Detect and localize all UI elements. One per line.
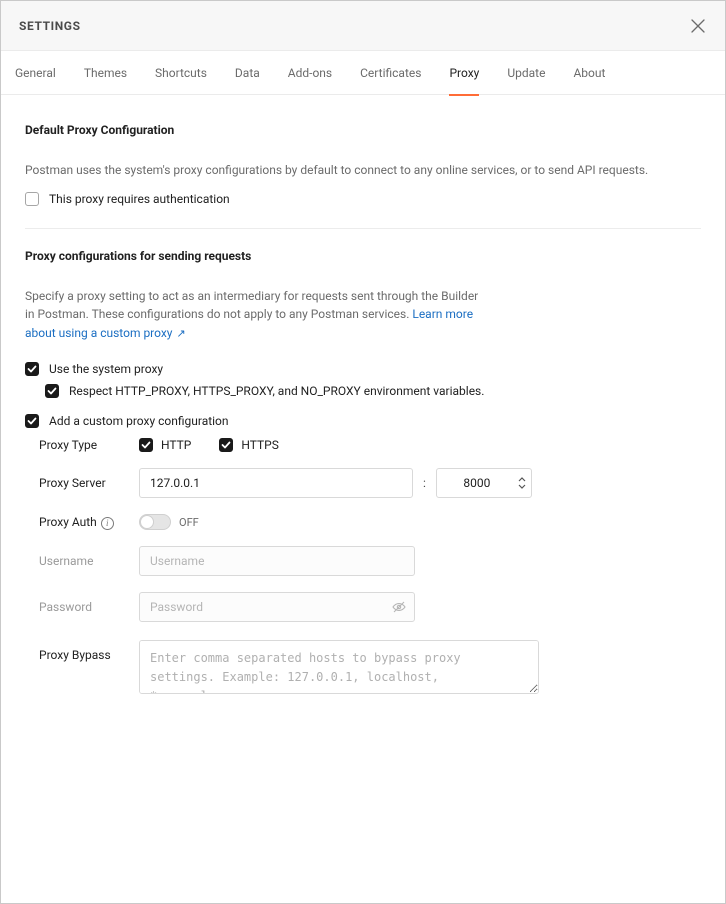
respect-env-label: Respect HTTP_PROXY, HTTPS_PROXY, and NO_… [69, 384, 484, 398]
proxy-server-row: Proxy Server : [39, 468, 701, 498]
add-custom-row: Add a custom proxy configuration [25, 414, 701, 428]
eye-off-icon[interactable] [391, 599, 407, 615]
proxy-type-label: Proxy Type [39, 438, 129, 452]
proxy-auth-toggle-label: OFF [179, 516, 199, 529]
custom-proxy-form: Proxy Type HTTP HTTPS Proxy Server [39, 438, 701, 694]
https-label: HTTPS [241, 438, 279, 452]
auth-required-checkbox[interactable] [25, 192, 39, 206]
username-label: Username [39, 554, 129, 568]
proxy-auth-label: Proxy Authi [39, 515, 129, 530]
proxy-settings-panel: Default Proxy Configuration Postman uses… [1, 95, 725, 730]
add-custom-label: Add a custom proxy configuration [49, 414, 229, 428]
proxy-bypass-label: Proxy Bypass [39, 640, 129, 662]
proxy-port-input[interactable] [436, 468, 532, 498]
settings-title: SETTINGS [19, 19, 81, 33]
auth-required-label: This proxy requires authentication [49, 192, 230, 206]
password-input[interactable] [139, 592, 415, 622]
username-input[interactable] [139, 546, 415, 576]
tab-proxy[interactable]: Proxy [449, 51, 479, 95]
http-checkbox[interactable] [139, 438, 153, 452]
tab-shortcuts[interactable]: Shortcuts [155, 51, 207, 95]
close-button[interactable] [687, 15, 709, 37]
tab-certificates[interactable]: Certificates [360, 51, 421, 95]
https-checkbox[interactable] [219, 438, 233, 452]
tab-update[interactable]: Update [507, 51, 545, 95]
tab-data[interactable]: Data [235, 51, 260, 95]
info-icon[interactable]: i [101, 517, 114, 530]
proxy-type-https: HTTPS [219, 438, 279, 452]
default-proxy-desc: Postman uses the system's proxy configur… [25, 161, 701, 180]
sending-requests-title: Proxy configurations for sending request… [25, 249, 701, 263]
respect-env-checkbox[interactable] [45, 384, 59, 398]
tab-themes[interactable]: Themes [84, 51, 127, 95]
proxy-auth-row: Proxy Authi OFF [39, 514, 701, 530]
host-port-separator: : [423, 476, 426, 490]
tab-general[interactable]: General [15, 51, 56, 95]
auth-required-row: This proxy requires authentication [25, 192, 701, 206]
http-label: HTTP [161, 438, 191, 452]
password-row: Password [39, 592, 701, 622]
use-system-proxy-label: Use the system proxy [49, 362, 163, 376]
respect-env-row: Respect HTTP_PROXY, HTTPS_PROXY, and NO_… [45, 384, 701, 398]
use-system-proxy-checkbox[interactable] [25, 362, 39, 376]
proxy-host-input[interactable] [139, 468, 413, 498]
tab-addons[interactable]: Add-ons [288, 51, 332, 95]
sending-requests-desc: Specify a proxy setting to act as an int… [25, 287, 485, 343]
proxy-type-http: HTTP [139, 438, 191, 452]
use-system-proxy-row: Use the system proxy [25, 362, 701, 376]
default-proxy-title: Default Proxy Configuration [25, 123, 701, 137]
proxy-bypass-textarea[interactable] [139, 640, 539, 694]
password-label: Password [39, 600, 129, 614]
proxy-type-row: Proxy Type HTTP HTTPS [39, 438, 701, 452]
username-row: Username [39, 546, 701, 576]
tab-about[interactable]: About [573, 51, 605, 95]
add-custom-checkbox[interactable] [25, 414, 39, 428]
sending-requests-desc-text: Specify a proxy setting to act as an int… [25, 289, 478, 322]
proxy-auth-toggle[interactable]: OFF [139, 514, 199, 530]
external-link-icon: ↗ [176, 327, 185, 340]
proxy-server-label: Proxy Server [39, 476, 129, 490]
divider [25, 228, 701, 229]
proxy-bypass-row: Proxy Bypass [39, 640, 701, 694]
settings-header: SETTINGS [1, 1, 725, 51]
proxy-type-group: HTTP HTTPS [139, 438, 279, 452]
close-icon [691, 19, 705, 33]
settings-tabs: General Themes Shortcuts Data Add-ons Ce… [1, 51, 725, 95]
